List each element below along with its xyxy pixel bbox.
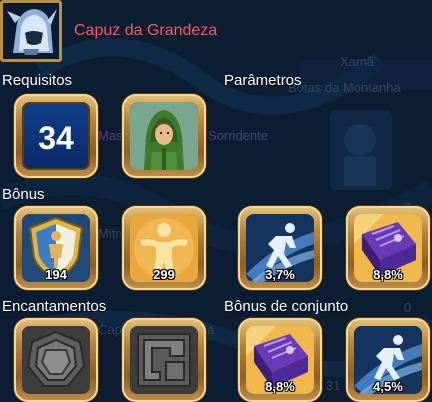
- set-bonus-slot-speed[interactable]: 4,5%: [346, 318, 430, 402]
- enchant-slot-1[interactable]: [14, 318, 98, 402]
- empty-rune-square-icon: [130, 326, 198, 394]
- enchant-slot-2[interactable]: [122, 318, 206, 402]
- bonus-slot-defense[interactable]: 194: [14, 206, 98, 290]
- ghost-req-2: Sorridente: [208, 128, 268, 143]
- parameters-label: Parâmetros: [224, 72, 302, 89]
- enchantments-label: Encantamentos: [2, 298, 107, 315]
- bonus-label: Bônus: [2, 186, 45, 203]
- set-bonus-value-magic: 8,8%: [265, 379, 295, 394]
- empty-rune-circle-icon: [22, 326, 90, 394]
- bonus-value-speed: 3,7%: [265, 267, 295, 282]
- green-hood-character-icon: [130, 102, 198, 170]
- set-bonus-value-speed: 4,5%: [373, 379, 403, 394]
- bonus-slot-magic[interactable]: 8,8%: [346, 206, 430, 290]
- hood-helmet-icon: [3, 3, 59, 59]
- set-bonus-label: Bônus de conjunto: [224, 298, 349, 315]
- item-icon-frame[interactable]: [0, 0, 62, 62]
- set-bonus-slot-magic[interactable]: 8,8%: [238, 318, 322, 402]
- bonus-slot-strength[interactable]: 299: [122, 206, 206, 290]
- bonus-value-strength: 299: [153, 267, 175, 282]
- bonus-slot-speed[interactable]: 3,7%: [238, 206, 322, 290]
- bonus-value-defense: 194: [45, 267, 67, 282]
- level-requirement-value: 34: [38, 120, 74, 156]
- ghost-item-line: Botas da Montanha: [288, 80, 401, 95]
- ghost-partial-num: 31: [326, 378, 341, 393]
- item-header: Capuz da Grandeza: [0, 0, 432, 62]
- item-title: Capuz da Grandeza: [74, 22, 218, 39]
- class-requirement-slot[interactable]: [122, 94, 206, 178]
- requirements-label: Requisitos: [2, 72, 73, 89]
- ghost-zero-2: 0: [404, 300, 412, 315]
- ghost-req-1: Mas: [98, 128, 123, 143]
- bonus-value-magic: 8,8%: [373, 267, 403, 282]
- level-requirement-slot[interactable]: 34: [14, 94, 98, 178]
